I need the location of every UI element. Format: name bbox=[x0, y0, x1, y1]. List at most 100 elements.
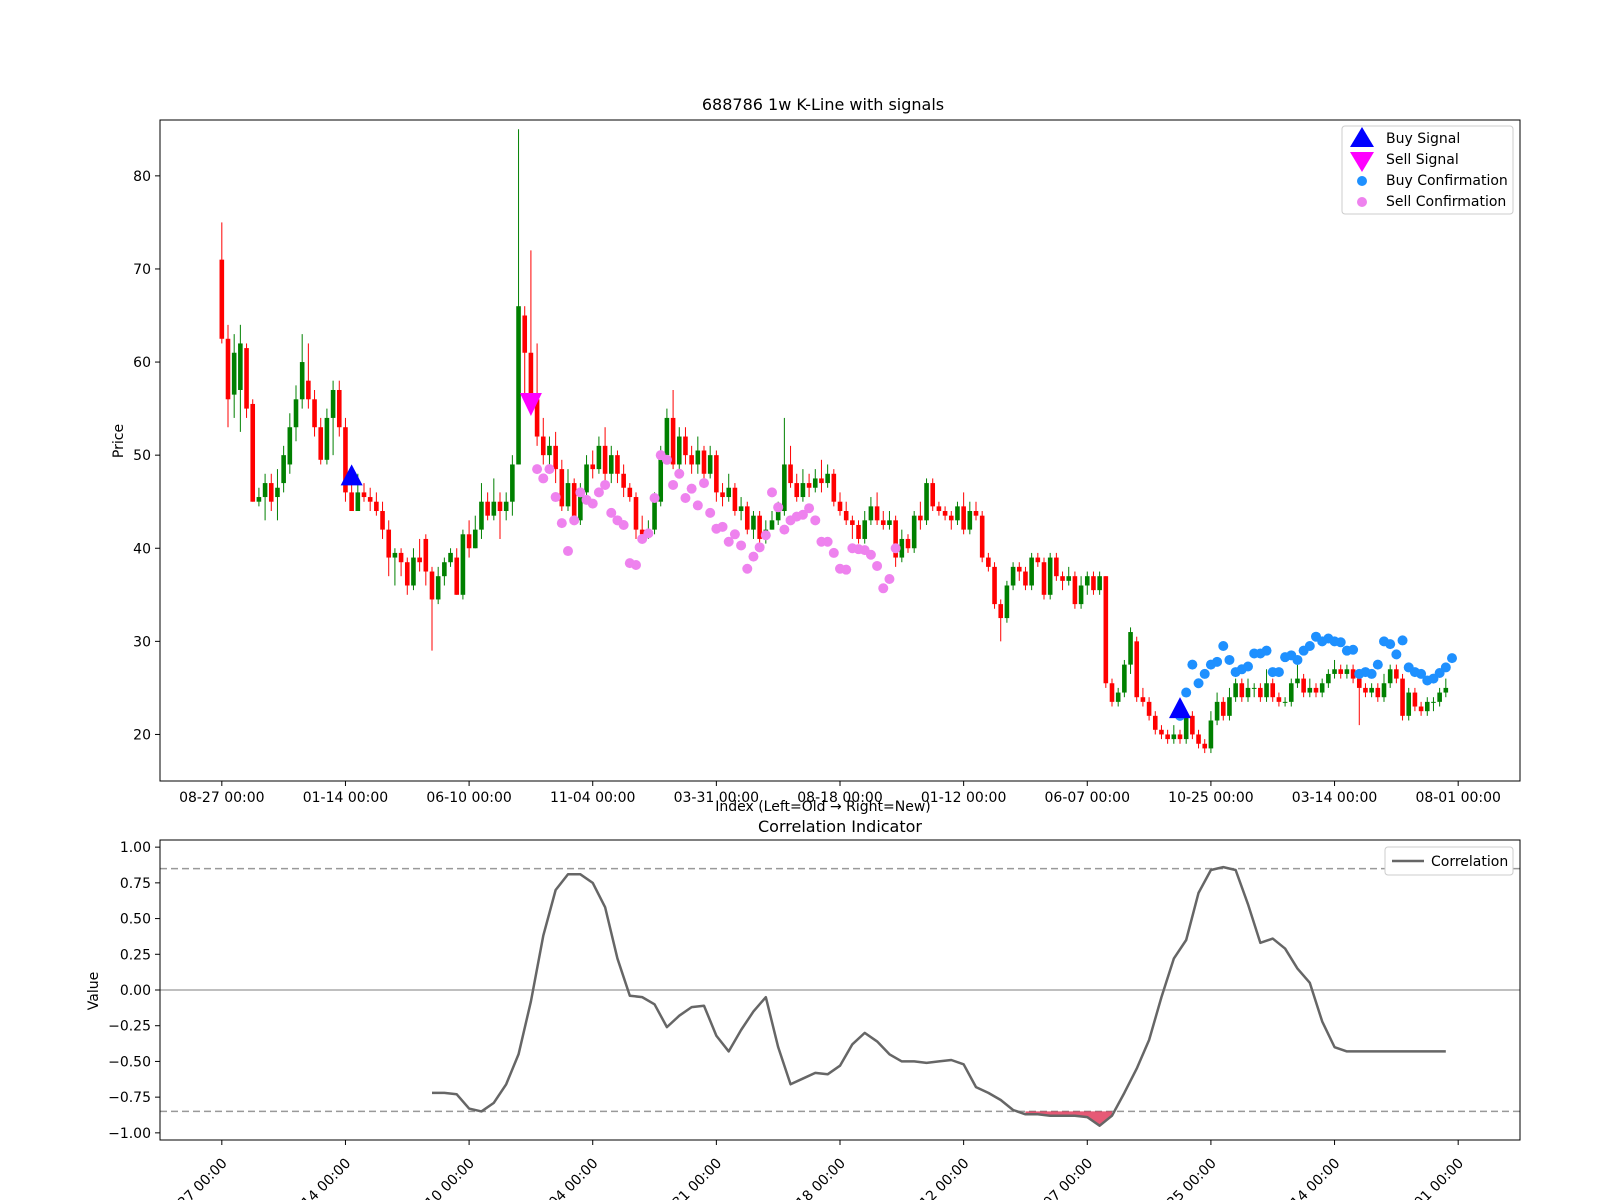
candle-body bbox=[299, 362, 305, 400]
buy-confirmation-point bbox=[1366, 668, 1377, 679]
candle-body bbox=[1091, 576, 1096, 591]
candle-body bbox=[1437, 692, 1442, 702]
candle-body bbox=[794, 483, 800, 498]
candle-body bbox=[868, 506, 874, 521]
candle-body bbox=[485, 501, 490, 516]
candle-body bbox=[1190, 715, 1195, 735]
x-tick-label: 01-12 00:00 bbox=[921, 790, 1006, 806]
sell-confirmation-point bbox=[779, 524, 790, 535]
candle-body bbox=[707, 455, 713, 474]
candle-body bbox=[843, 511, 849, 521]
candle-body bbox=[244, 348, 249, 409]
buy-confirmation-point bbox=[1181, 687, 1192, 698]
candle-body bbox=[1084, 576, 1090, 586]
x-tick-label: 06-07 00:00 bbox=[1024, 1156, 1096, 1200]
candle-body bbox=[250, 403, 256, 502]
candle-body bbox=[1183, 715, 1189, 740]
candle-body bbox=[386, 529, 392, 558]
candle-body bbox=[1319, 683, 1325, 693]
x-tick-label: 08-27 00:00 bbox=[179, 790, 264, 806]
buy-confirmation-point bbox=[1273, 667, 1284, 678]
candle-body bbox=[689, 455, 694, 465]
y-tick-label: −0.25 bbox=[108, 1019, 151, 1035]
sell-confirmation-point bbox=[538, 473, 549, 484]
candle-body bbox=[782, 464, 787, 512]
y-tick-label: 40 bbox=[133, 541, 151, 557]
candle-body bbox=[1387, 669, 1393, 684]
y-tick-label: 0.50 bbox=[120, 912, 151, 928]
x-tick-label: 01-14 00:00 bbox=[303, 790, 388, 806]
x-tick-label: 11-04 00:00 bbox=[550, 790, 635, 806]
candle-body bbox=[670, 417, 676, 465]
y-tick-label: 30 bbox=[133, 634, 151, 650]
candle-body bbox=[961, 506, 966, 530]
candle-body bbox=[571, 483, 577, 521]
candle-body bbox=[602, 445, 608, 474]
candle-body bbox=[1276, 697, 1282, 702]
y-tick-label: −1.00 bbox=[108, 1126, 151, 1142]
sell-confirmation-point bbox=[649, 492, 660, 503]
candle-body bbox=[361, 492, 367, 498]
correlation-y-ticks: 1.00 0.75 0.50 0.25 0.00 −0.25 −0.50 −0.75 −1.00 bbox=[108, 840, 160, 1142]
candle-body bbox=[281, 455, 286, 484]
sell-confirmation-point bbox=[736, 540, 747, 551]
candle-body bbox=[1035, 557, 1041, 563]
candle-body bbox=[930, 483, 936, 507]
candle-body bbox=[374, 501, 379, 512]
x-tick-label: 10-25 00:00 bbox=[1168, 790, 1253, 806]
candle-body bbox=[1140, 697, 1146, 702]
buy-confirmation-point bbox=[1447, 653, 1457, 664]
x-tick-label: 06-07 00:00 bbox=[1045, 790, 1130, 806]
sell-confirmation-point bbox=[717, 521, 728, 532]
candle-body bbox=[942, 511, 948, 516]
buy-confirmation-point bbox=[1224, 654, 1235, 665]
candle-body bbox=[1165, 734, 1170, 740]
candle-body bbox=[293, 399, 299, 428]
candle-body bbox=[918, 515, 923, 521]
candle-body bbox=[1134, 641, 1140, 698]
candle-body bbox=[1295, 678, 1300, 684]
candle-body bbox=[924, 483, 929, 521]
candle-body bbox=[1282, 701, 1288, 703]
sell-confirmation-point bbox=[699, 478, 709, 489]
candle-body bbox=[318, 427, 324, 460]
candle-body bbox=[1326, 673, 1331, 684]
candle-body bbox=[1066, 576, 1072, 581]
candle-body bbox=[479, 501, 484, 530]
candle-body bbox=[819, 478, 824, 484]
x-tick-label: 03-14 00:00 bbox=[1292, 790, 1377, 806]
candle-body bbox=[1227, 697, 1232, 716]
candle-body bbox=[1288, 683, 1294, 702]
candle-body bbox=[442, 562, 447, 577]
y-tick-label: 0.75 bbox=[120, 876, 151, 892]
y-tick-label: 60 bbox=[133, 355, 151, 371]
sell-confirmation-point bbox=[674, 468, 685, 479]
sell-confirmation-point bbox=[822, 536, 833, 547]
sell-confirmation-point bbox=[767, 487, 777, 498]
candle-body bbox=[1060, 576, 1065, 581]
candle-body bbox=[225, 338, 231, 400]
candle-body bbox=[404, 562, 410, 586]
candle-body bbox=[503, 501, 509, 512]
candle-body bbox=[769, 520, 775, 530]
candle-body bbox=[1356, 678, 1362, 688]
kline-plot-frame bbox=[159, 119, 1521, 782]
y-tick-label: 1.00 bbox=[120, 840, 151, 856]
x-tick-label: 06-10 00:00 bbox=[426, 790, 511, 806]
candle-body bbox=[460, 534, 466, 595]
candle-body bbox=[676, 436, 682, 465]
candle-body bbox=[448, 552, 453, 563]
correlation-y-axis-label: Value bbox=[86, 972, 102, 1010]
candle-body bbox=[936, 506, 942, 512]
candles-layer bbox=[219, 129, 1449, 754]
candle-body bbox=[973, 511, 979, 516]
legend-sell-confirmation-label: Sell Confirmation bbox=[1386, 194, 1506, 210]
legend-buy-signal-label: Buy Signal bbox=[1386, 131, 1460, 147]
candle-body bbox=[1016, 566, 1022, 572]
candle-body bbox=[528, 352, 534, 400]
candle-body bbox=[590, 464, 596, 470]
candle-body bbox=[1128, 632, 1133, 665]
candle-body bbox=[955, 506, 960, 521]
candle-body bbox=[720, 492, 725, 498]
candle-body bbox=[1239, 683, 1245, 698]
